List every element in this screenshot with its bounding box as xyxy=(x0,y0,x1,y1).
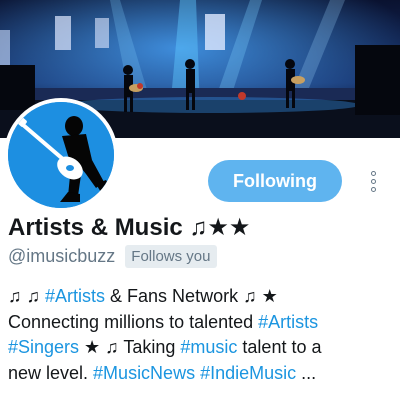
bio-line: Connecting millions to talented #Artists xyxy=(8,310,398,336)
following-button[interactable]: Following xyxy=(208,160,342,202)
hashtag-link[interactable]: #Singers xyxy=(8,337,79,357)
bio-text: ★ ♫ Taking xyxy=(79,337,181,357)
bio-text: & Fans Network ♫ ★ xyxy=(105,286,278,306)
profile-name: Artists & Music ♫★★ xyxy=(8,214,251,241)
bio-line: #Singers ★ ♫ Taking #music talent to a xyxy=(8,335,398,361)
bio-text: new level. xyxy=(8,362,94,383)
bio-text: talent to a xyxy=(237,337,322,357)
more-dot xyxy=(370,186,376,192)
hashtag-link[interactable]: #IndieMusic xyxy=(200,363,296,383)
bio-text: Connecting millions to talented xyxy=(8,311,259,332)
follows-you-badge: Follows you xyxy=(125,245,217,268)
bio-line: ♫ ♫ #Artists & Fans Network ♫ ★ xyxy=(8,284,398,310)
hashtag-link[interactable]: #MusicNews xyxy=(93,363,195,383)
more-dot xyxy=(370,170,376,176)
bio-text: ... xyxy=(296,362,317,383)
profile-bio: ♫ ♫ #Artists & Fans Network ♫ ★ Connectin… xyxy=(8,284,398,386)
hashtag-link[interactable]: #music xyxy=(180,337,237,357)
bio-line: new level. #MusicNews #IndieMusic ... xyxy=(8,361,398,387)
profile-handle: @imusicbuzz xyxy=(8,246,116,266)
guitarist-logo-image xyxy=(8,102,114,208)
hashtag-link[interactable]: #Artists xyxy=(258,312,318,332)
hashtag-link[interactable]: #Artists xyxy=(45,286,105,306)
more-vertical-icon[interactable] xyxy=(362,166,384,196)
profile-avatar[interactable] xyxy=(4,98,118,212)
more-dot xyxy=(370,178,376,184)
bio-text: ♫ ♫ xyxy=(8,286,46,306)
handle-row: @imusicbuzz Follows you xyxy=(8,245,217,268)
